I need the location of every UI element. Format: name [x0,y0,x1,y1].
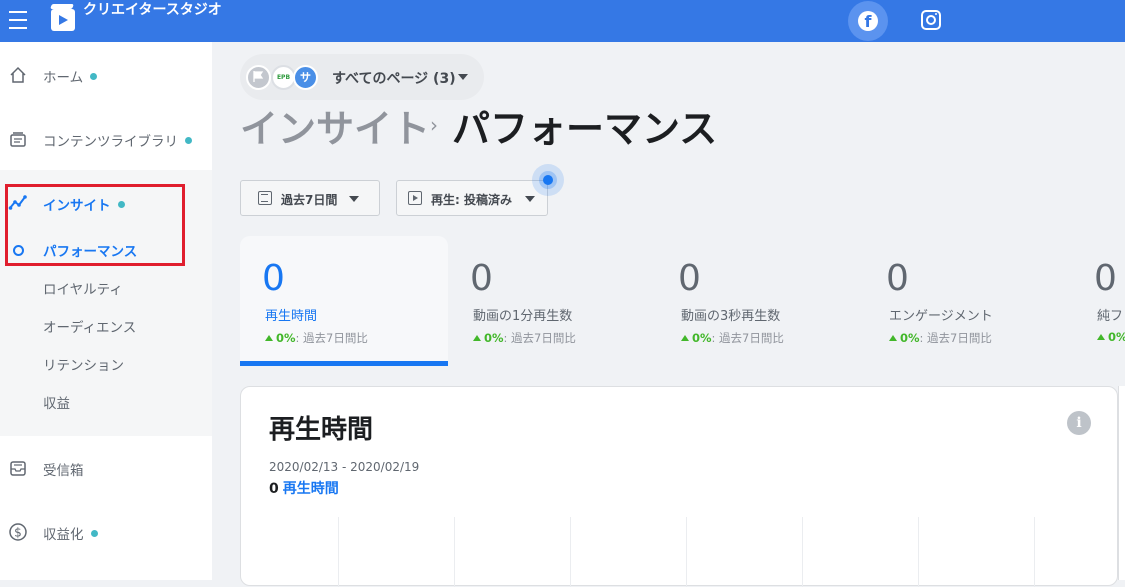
page-selector[interactable]: EPB サ すべてのページ (3) [240,54,484,100]
monetization-icon: $ [9,523,27,541]
playback-filter-label: 再生: 投稿済み [431,193,512,207]
status-dot [90,73,98,80]
sidebar-subitem-retention[interactable]: リテンション [43,354,124,374]
highlight-box [5,184,185,266]
arrow-up-icon [681,335,689,341]
metric-tab-net-followers[interactable]: 0 純フ 0% [1072,236,1125,366]
content-library-icon [10,132,26,147]
metric-label: 純フ [1097,309,1124,324]
metric-value: 0 [678,258,701,299]
chevron-down-icon [349,196,359,202]
chevron-down-icon [525,196,535,202]
gridline [570,517,571,587]
gridline [338,517,339,587]
sidebar-item-label: ホーム [43,70,84,86]
facebook-icon: f [858,11,878,31]
top-bar: クリエイタースタジオ f [0,0,1125,42]
menu-icon[interactable] [9,11,27,31]
metric-label: エンゲージメント [889,309,993,324]
metric-tabs: 0 再生時間 0%: 過去7日間比 0 動画の1分再生数 0%: 過去7日間比 … [240,236,1125,366]
arrow-up-icon [1097,334,1105,340]
metric-tab-watch-time[interactable]: 0 再生時間 0%: 過去7日間比 [240,236,448,366]
gridline [918,517,919,587]
page-avatar: サ [293,65,318,90]
metric-label: 再生時間 [265,309,318,324]
metric-change: 0%: 過去7日間比 [265,330,368,346]
selected-indicator [240,361,448,366]
instagram-icon[interactable] [921,10,941,30]
inbox-icon [10,461,26,476]
sidebar-item-home[interactable]: ホーム [0,63,212,87]
facebook-tab[interactable]: f [848,1,888,41]
sidebar-item-content-library[interactable]: コンテンツライブラリ [0,127,212,151]
sidebar-item-monetization[interactable]: $ 収益化 [0,520,212,544]
breadcrumb-separator: › [430,113,438,137]
watch-time-card: 再生時間 i 2020/02/13 - 2020/02/19 0 再生時間 [240,386,1118,587]
gridline [686,517,687,587]
tour-hotspot[interactable] [532,164,564,196]
card-title: 再生時間 [269,415,374,445]
arrow-up-icon [265,335,273,341]
metric-change: 0%: 過去7日間比 [473,330,576,346]
metric-value: 0 [1094,258,1117,299]
calendar-icon [258,191,272,205]
metric-value: 0 [262,258,285,299]
metric-label: 動画の3秒再生数 [681,309,781,324]
metric-change: 0% [1097,330,1125,344]
metric-value: 0 [470,258,493,299]
gridline [802,517,803,587]
status-dot [185,137,192,144]
date-range-label: 過去7日間 [281,193,338,207]
sidebar-subitem-audience[interactable]: オーディエンス [43,316,136,336]
sidebar-item-label: 収益化 [43,527,84,543]
sidebar-subitem-loyalty[interactable]: ロイヤルティ [43,278,123,298]
status-dot [90,530,98,537]
sidebar-item-label: 受信箱 [43,463,84,479]
card-total: 0 再生時間 [269,481,339,497]
metric-change: 0%: 過去7日間比 [681,330,784,346]
metric-label: 動画の1分再生数 [473,309,573,324]
arrow-up-icon [889,335,897,341]
metric-tab-engagement[interactable]: 0 エンゲージメント 0%: 過去7日間比 [864,236,1072,366]
card-date-range: 2020/02/13 - 2020/02/19 [269,460,420,474]
page-selector-label: すべてのページ (3) [332,71,456,87]
sidebar-subitem-revenue[interactable]: 収益 [43,392,70,412]
flag-icon [253,71,264,82]
app-title[interactable]: クリエイタースタジオ [83,2,223,19]
gridline [1034,517,1035,587]
sidebar-item-inbox[interactable]: 受信箱 [0,456,212,480]
home-icon [10,66,26,83]
metric-value: 0 [886,258,909,299]
chart-grid [338,517,1118,587]
metric-tab-3sec-views[interactable]: 0 動画の3秒再生数 0%: 過去7日間比 [656,236,864,366]
info-icon[interactable]: i [1067,411,1091,435]
sidebar-item-label: コンテンツライブラリ [43,134,178,150]
side-panel-edge [1118,386,1125,580]
date-range-dropdown[interactable]: 過去7日間 [240,180,380,216]
metric-change: 0%: 過去7日間比 [889,330,992,346]
metric-tab-1min-views[interactable]: 0 動画の1分再生数 0%: 過去7日間比 [448,236,656,366]
gridline [454,517,455,587]
arrow-up-icon [473,335,481,341]
page-title: パフォーマンス [452,107,718,151]
video-icon [408,191,422,205]
sidebar: ホーム コンテンツライブラリ インサイト パフォーマンス ロイヤルティ オーディ… [0,42,212,580]
creator-studio-logo[interactable] [51,9,75,31]
breadcrumb-parent[interactable]: インサイト [240,98,430,153]
svg-text:$: $ [14,526,22,540]
chevron-down-icon [458,74,468,80]
page-avatar [246,65,271,90]
playback-filter-dropdown[interactable]: 再生: 投稿済み [396,180,548,216]
